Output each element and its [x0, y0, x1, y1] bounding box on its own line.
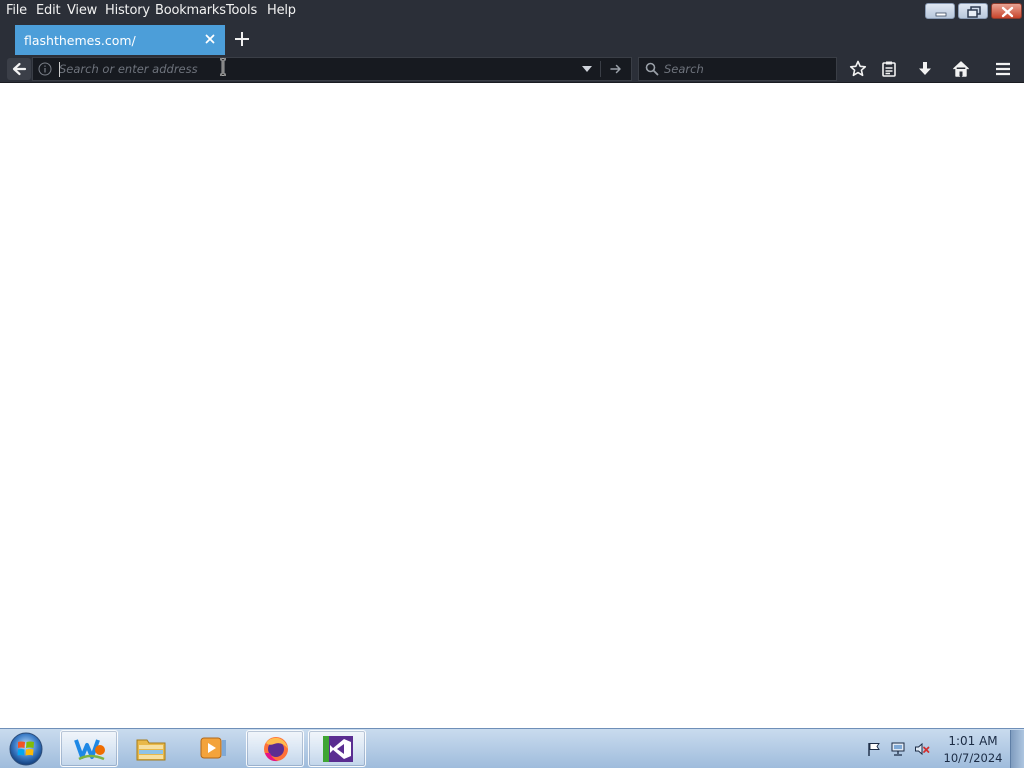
action-center-flag-icon[interactable] [866, 741, 882, 757]
menu-view[interactable]: View [67, 2, 97, 20]
taskbar-windows-live[interactable] [60, 730, 118, 767]
file-explorer-icon [136, 739, 166, 761]
taskbar-visual-studio[interactable] [308, 730, 366, 767]
address-bar-divider [600, 61, 601, 77]
menu-bar: File Edit View History Bookmarks Tools H… [0, 0, 1024, 22]
back-button[interactable] [7, 58, 31, 80]
visual-studio-icon [323, 736, 353, 762]
page-content[interactable] [0, 84, 1024, 728]
tab-title: flashthemes.com/ [24, 33, 136, 48]
taskbar-file-explorer[interactable] [122, 730, 180, 767]
new-tab-icon[interactable] [232, 29, 252, 49]
navigation-bar [0, 55, 1024, 83]
hamburger-menu-icon[interactable] [993, 59, 1013, 79]
firefox-icon [264, 737, 288, 762]
media-player-icon [200, 737, 226, 759]
bookmark-star-icon[interactable] [848, 59, 868, 79]
minimize-button[interactable] [925, 3, 955, 19]
search-bar[interactable] [638, 57, 837, 81]
tab-strip: flashthemes.com/ [0, 22, 1024, 55]
home-icon[interactable] [951, 59, 971, 79]
close-icon [1001, 6, 1014, 18]
restore-icon [967, 6, 981, 18]
menu-help[interactable]: Help [267, 2, 296, 20]
tab-active[interactable]: flashthemes.com/ [15, 25, 225, 55]
start-button[interactable] [6, 731, 46, 767]
text-caret [59, 62, 60, 77]
search-icon [645, 62, 659, 76]
clock-time[interactable]: 1:01 AM [940, 734, 1006, 748]
show-desktop-button[interactable] [1010, 730, 1024, 768]
search-input[interactable] [664, 60, 832, 78]
ibeam-cursor-icon [220, 58, 226, 76]
download-icon[interactable] [915, 59, 935, 79]
address-input[interactable] [59, 60, 579, 78]
windows-live-icon [74, 739, 105, 761]
menu-tools[interactable]: Tools [226, 2, 257, 20]
taskbar: 1:01 AM 10/7/2024 [0, 728, 1024, 768]
history-dropdown-icon[interactable] [579, 61, 595, 77]
network-icon[interactable] [890, 741, 906, 757]
volume-muted-icon[interactable] [914, 741, 930, 757]
close-window-button[interactable] [991, 3, 1022, 19]
menu-bookmarks[interactable]: Bookmarks [155, 2, 226, 20]
back-arrow-icon [12, 62, 27, 76]
address-bar[interactable] [32, 57, 632, 81]
menu-edit[interactable]: Edit [36, 2, 61, 20]
menu-history[interactable]: History [105, 2, 150, 20]
restore-button[interactable] [958, 3, 988, 19]
tab-close-icon[interactable] [202, 31, 218, 47]
taskbar-firefox[interactable] [246, 730, 304, 767]
taskbar-media-player[interactable] [184, 730, 242, 767]
minimize-icon [935, 12, 947, 17]
clock-date[interactable]: 10/7/2024 [940, 751, 1006, 765]
reading-list-icon[interactable] [879, 59, 899, 79]
site-info-icon[interactable] [38, 62, 52, 76]
go-arrow-icon[interactable] [608, 61, 624, 77]
menu-file[interactable]: File [6, 2, 27, 20]
